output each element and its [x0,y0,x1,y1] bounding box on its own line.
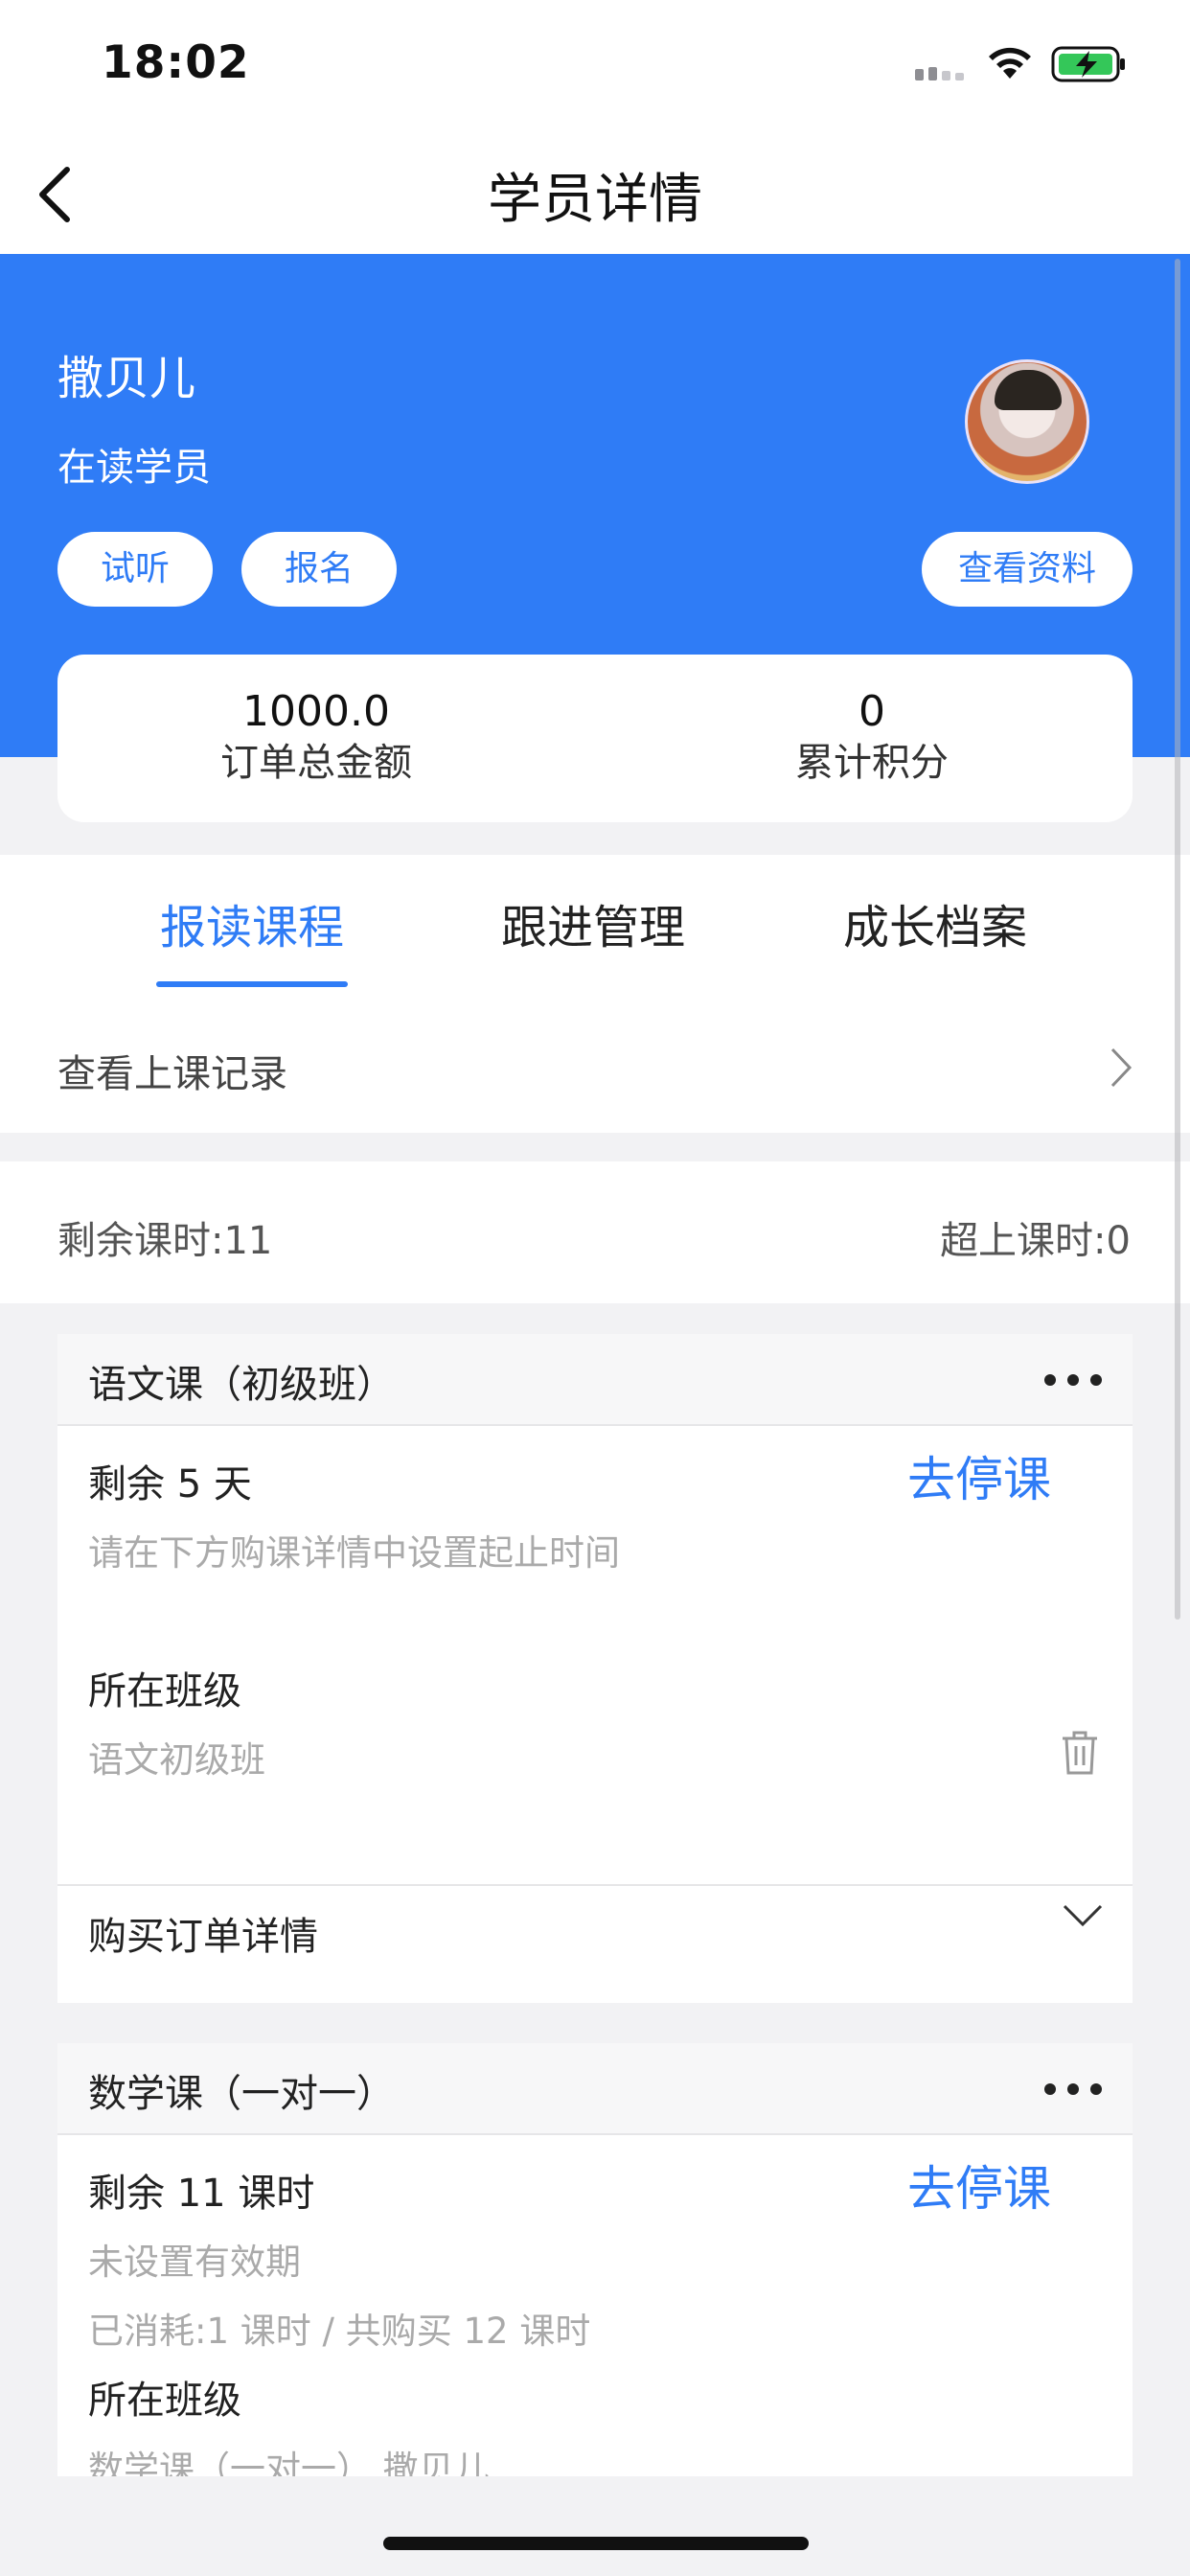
chevron-down-icon[interactable] [1062,1903,1104,1928]
more-icon[interactable] [1042,1372,1104,1388]
stat-points: 0 累计积分 [680,688,1064,790]
trial-button[interactable]: 试听 [57,532,213,607]
tab-growth-records[interactable]: 成长档案 [843,889,1027,956]
active-tab-indicator [156,981,348,987]
wifi-icon [989,47,1031,79]
enroll-button[interactable]: 报名 [241,532,397,607]
class-records-label: 查看上课记录 [57,1052,287,1096]
view-profile-button[interactable]: 查看资料 [922,532,1133,607]
divider [57,1884,1133,1886]
course-hint: 请在下方购课详情中设置起止时间 [88,1532,620,1574]
home-indicator[interactable] [383,2537,809,2550]
student-status: 在读学员 [57,446,211,490]
course-title: 数学课（一对一） [88,2072,395,2116]
student-name: 撒贝儿 [57,352,196,405]
stat-label: 累计积分 [795,741,949,785]
class-records-link[interactable]: 查看上课记录 [0,999,1190,1133]
class-label: 所在班级 [88,1669,241,1714]
course-header: 数学课（一对一） [57,2043,1133,2135]
nav-bar: 学员详情 [0,129,1190,254]
class-value: 数学课（一对一） 撒贝儿 [88,2449,490,2476]
course-hint: 未设置有效期 [88,2242,301,2283]
tab-enrolled-courses[interactable]: 报读课程 [160,889,344,956]
bottom-area [0,2476,1190,2576]
page-title: 学员详情 [488,169,702,231]
course-card: 语文课（初级班） 剩余 5 天 去停课 请在下方购课详情中设置起止时间 所在班级… [57,1334,1133,2003]
tab-follow-up[interactable]: 跟进管理 [501,889,685,956]
stats-card: 1000.0 订单总金额 0 累计积分 [57,655,1133,822]
class-value: 语文初级班 [88,1739,265,1781]
stop-course-button[interactable]: 去停课 [907,2150,1051,2220]
stat-order-total: 1000.0 订单总金额 [125,688,508,790]
stat-value: 1000.0 [242,687,390,736]
avatar[interactable] [965,359,1089,484]
status-time: 18:02 [102,36,250,89]
course-consumed: 已消耗:1 课时 / 共购买 12 课时 [88,2311,591,2352]
course-header: 语文课（初级班） [57,1334,1133,1426]
more-icon[interactable] [1042,2082,1104,2097]
scrollbar[interactable] [1175,259,1180,1620]
stat-label: 订单总金额 [220,741,412,785]
tab-section: 报读课程 跟进管理 成长档案 查看上课记录 [0,855,1190,1133]
stop-course-button[interactable]: 去停课 [907,1441,1051,1510]
overtime-hours: 超上课时:0 [940,1219,1131,1263]
remaining-hours: 剩余课时:11 [57,1219,273,1263]
trash-icon[interactable] [1059,1729,1101,1777]
course-card: 数学课（一对一） 剩余 11 课时 去停课 未设置有效期 已消耗:1 课时 / … [57,2043,1133,2476]
battery-charging-icon [1051,46,1125,82]
chevron-right-icon [1110,1047,1133,1088]
signal-icon [915,67,964,80]
status-bar: 18:02 [0,0,1190,129]
course-remaining: 剩余 5 天 [88,1462,252,1506]
order-details-label[interactable]: 购买订单详情 [88,1905,318,1961]
hours-summary: 剩余课时:11 超上课时:0 [0,1162,1190,1303]
stat-value: 0 [858,687,885,736]
course-remaining: 剩余 11 课时 [88,2172,315,2216]
course-title: 语文课（初级班） [88,1363,395,1407]
class-label: 所在班级 [88,2379,241,2423]
